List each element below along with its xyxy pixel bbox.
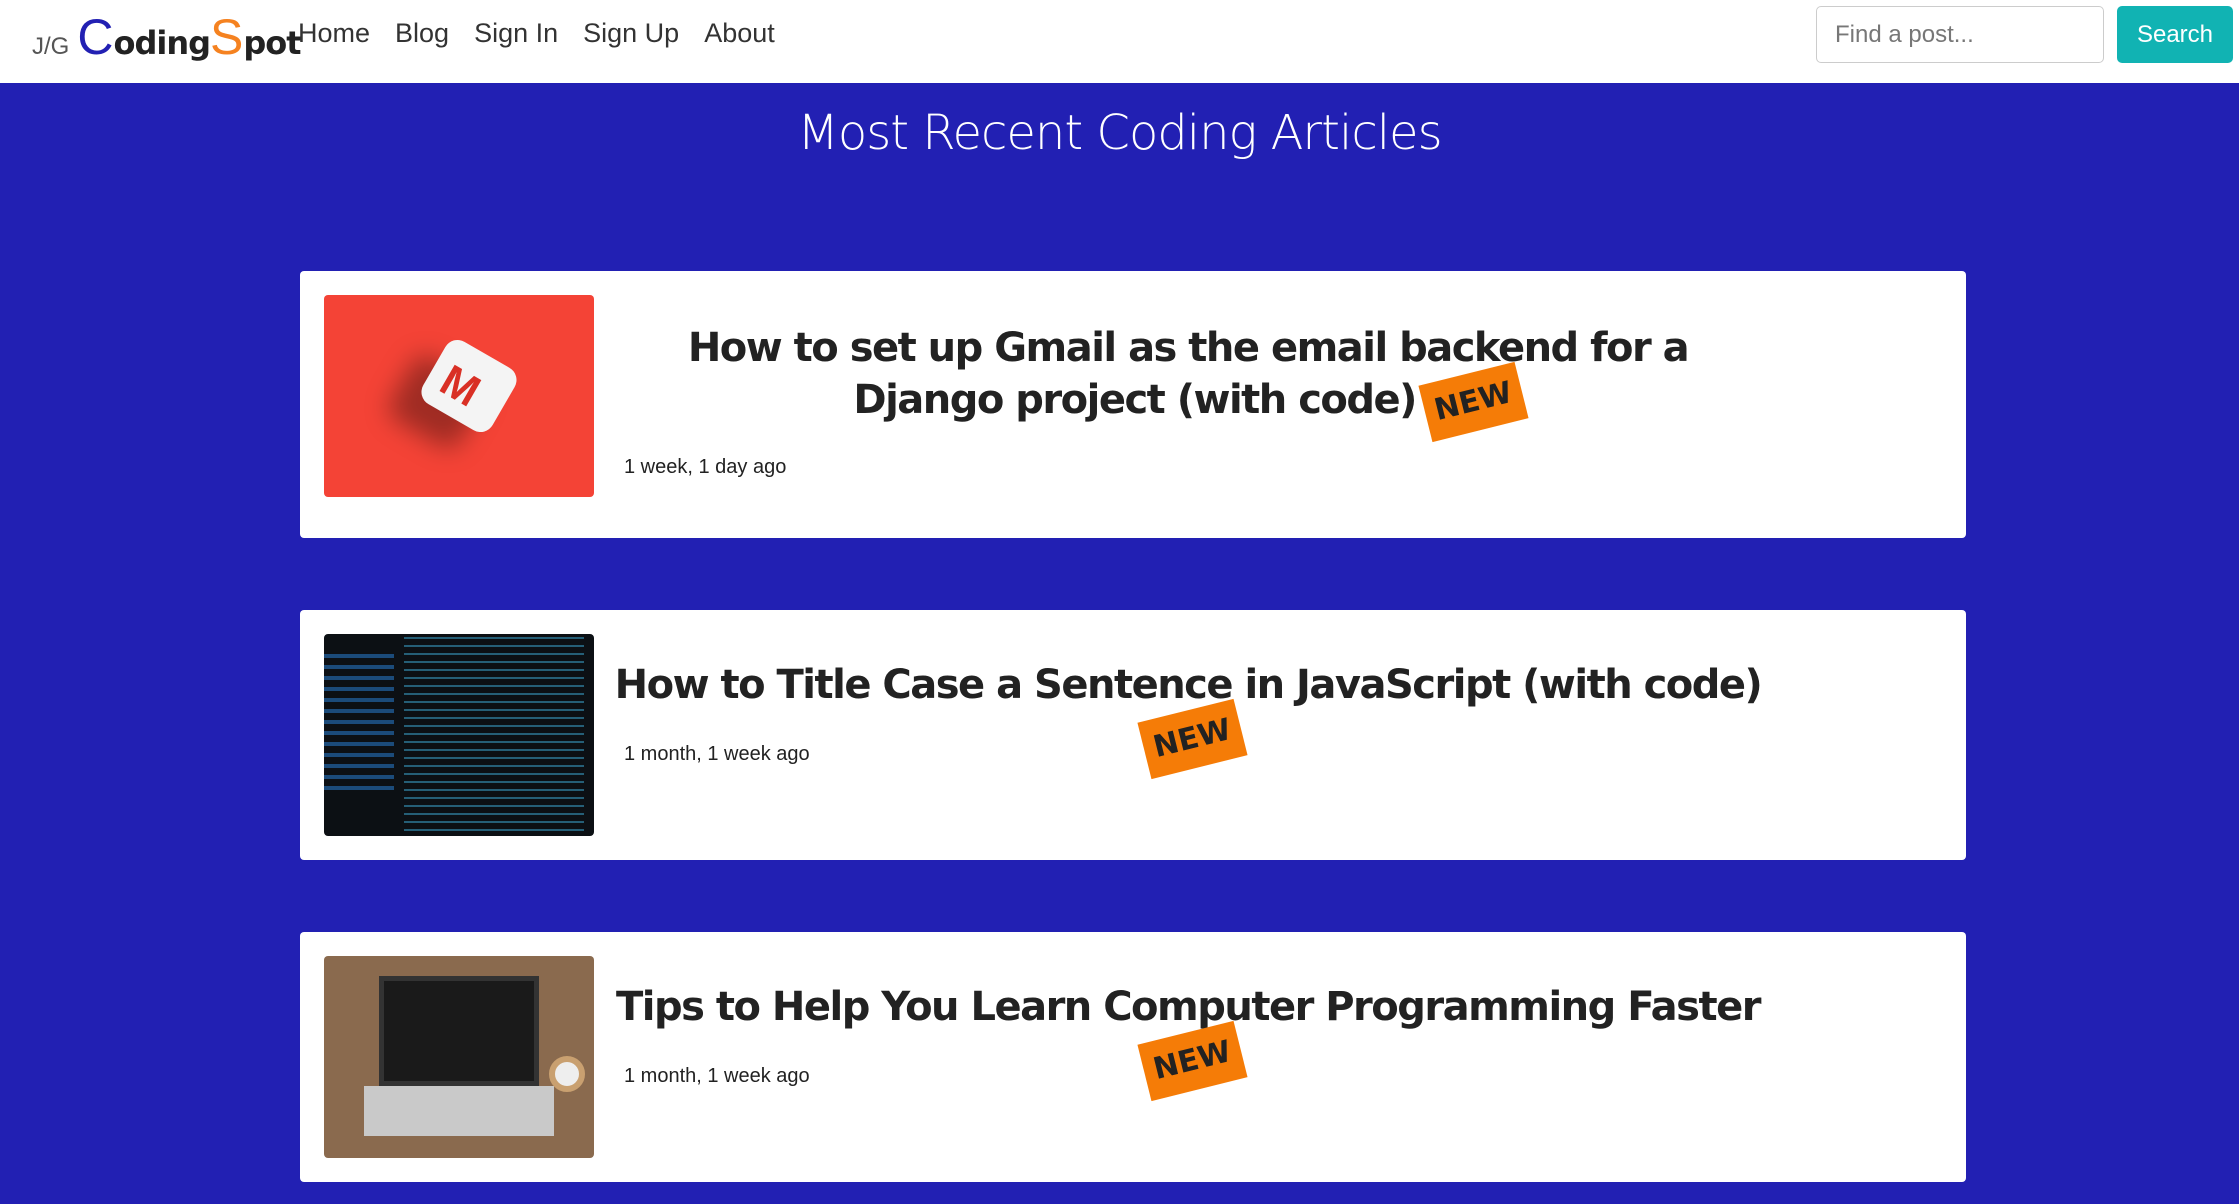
nav-sign-up[interactable]: Sign Up bbox=[583, 18, 679, 49]
new-badge: NEW bbox=[1418, 361, 1529, 443]
nav-about[interactable]: About bbox=[704, 18, 775, 49]
page-title: Most Recent Coding Articles bbox=[797, 105, 1442, 161]
code-screen-image[interactable] bbox=[324, 634, 594, 836]
article-card[interactable]: Tips to Help You Learn Computer Programm… bbox=[300, 932, 1966, 1182]
new-badge: NEW bbox=[1137, 698, 1247, 780]
search-input[interactable] bbox=[1816, 6, 2104, 63]
article-date: 1 month, 1 week ago bbox=[624, 743, 810, 765]
article-title[interactable]: How to set up Gmail as the email backend… bbox=[610, 323, 1766, 443]
navbar: J/G C oding S pot Home Blog Sign In Sign… bbox=[0, 0, 2239, 83]
article-date: 1 week, 1 day ago bbox=[624, 456, 787, 478]
laptop-coffee-image[interactable] bbox=[324, 956, 594, 1158]
search-button[interactable]: Search bbox=[2117, 6, 2233, 63]
nav-blog[interactable]: Blog bbox=[395, 18, 449, 49]
new-badge: NEW bbox=[1137, 1020, 1247, 1102]
site-logo[interactable]: J/G C oding S pot bbox=[32, 8, 302, 66]
nav-sign-in[interactable]: Sign In bbox=[474, 18, 558, 49]
article-date: 1 month, 1 week ago bbox=[624, 1065, 810, 1087]
nav-home[interactable]: Home bbox=[298, 18, 370, 49]
gmail-logo-image[interactable]: M bbox=[324, 295, 594, 497]
article-card[interactable]: M How to set up Gmail as the email backe… bbox=[300, 271, 1966, 538]
article-card[interactable]: How to Title Case a Sentence in JavaScri… bbox=[300, 610, 1966, 860]
logo-prefix: J/G bbox=[32, 33, 70, 60]
logo-oding: oding bbox=[113, 24, 211, 62]
logo-s: S bbox=[210, 9, 244, 65]
logo-c: C bbox=[77, 9, 114, 65]
logo-pot: pot bbox=[243, 24, 301, 62]
